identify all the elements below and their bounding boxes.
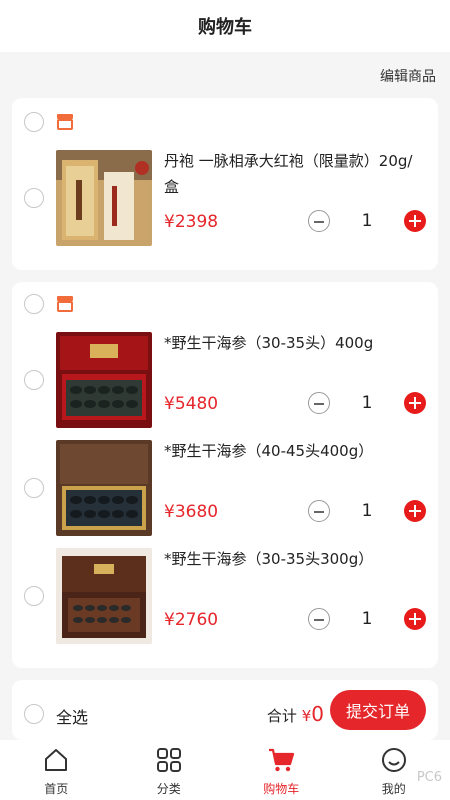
app-header: 购物车 <box>0 0 450 52</box>
submit-order-button[interactable]: 提交订单 <box>330 690 426 730</box>
select-all-radio[interactable] <box>24 704 44 724</box>
store-icon <box>57 296 73 312</box>
quantity-value: 1 <box>361 609 373 629</box>
watermark: PC6 <box>416 770 442 785</box>
increase-quantity-button[interactable] <box>404 392 426 414</box>
quantity-stepper: 1 <box>308 210 426 232</box>
quantity-stepper: 1 <box>308 608 426 630</box>
cart-item: *野生干海参（30-35头）400g ¥5480 1 <box>12 330 438 430</box>
page-title: 购物车 <box>198 17 252 38</box>
checkout-bar: 全选 合计 ¥0 提交订单 <box>12 680 438 740</box>
select-all-label[interactable]: 全选 <box>56 704 88 728</box>
quantity-value: 1 <box>361 393 373 413</box>
category-icon <box>156 748 181 772</box>
total-label: 合计 <box>266 707 297 725</box>
item-select-radio[interactable] <box>24 370 44 390</box>
item-select-radio[interactable] <box>24 478 44 498</box>
product-name[interactable]: *野生干海参（40-45头400g） <box>164 438 414 464</box>
increase-quantity-button[interactable] <box>404 500 426 522</box>
quantity-value: 1 <box>361 501 373 521</box>
product-name[interactable]: *野生干海参（30-35头）400g <box>164 330 414 356</box>
decrease-quantity-button[interactable] <box>308 608 330 630</box>
tab-category[interactable]: 分类 <box>113 740 226 800</box>
cart-item: 丹袍 一脉相承大红袍（限量款）20g/盒 ¥2398 1 <box>12 148 438 248</box>
decrease-quantity-button[interactable] <box>308 210 330 232</box>
product-image[interactable] <box>56 440 152 536</box>
store-select-radio[interactable] <box>24 294 44 314</box>
product-name[interactable]: 丹袍 一脉相承大红袍（限量款）20g/盒 <box>164 148 414 200</box>
edit-items-button[interactable]: 编辑商品 <box>380 66 436 86</box>
quantity-value: 1 <box>361 211 373 231</box>
tab-label: 首页 <box>44 782 69 796</box>
tab-home[interactable]: 首页 <box>0 740 113 800</box>
bottom-tab-bar: 首页 分类 购物车 我的 <box>0 740 450 800</box>
quantity-stepper: 1 <box>308 500 426 522</box>
store-select-radio[interactable] <box>24 112 44 132</box>
home-icon <box>45 749 68 771</box>
increase-quantity-button[interactable] <box>404 210 426 232</box>
product-price: ¥3680 <box>164 502 219 522</box>
quantity-stepper: 1 <box>308 392 426 414</box>
item-select-radio[interactable] <box>24 188 44 208</box>
cart-item: *野生干海参（30-35头300g） ¥2760 1 <box>12 546 438 646</box>
store-card: 丹袍 一脉相承大红袍（限量款）20g/盒 ¥2398 1 <box>12 98 438 270</box>
cart-icon <box>269 748 295 772</box>
product-price: ¥5480 <box>164 394 219 414</box>
product-name[interactable]: *野生干海参（30-35头300g） <box>164 546 414 572</box>
decrease-quantity-button[interactable] <box>308 392 330 414</box>
profile-icon <box>381 748 406 772</box>
total-price: 合计 ¥0 <box>267 702 324 726</box>
product-image[interactable] <box>56 150 152 246</box>
store-card: *野生干海参（30-35头）400g ¥5480 1 *野生干海参（40-45头… <box>12 282 438 668</box>
currency-symbol: ¥ <box>301 707 312 725</box>
total-amount: 0 <box>311 702 324 726</box>
decrease-quantity-button[interactable] <box>308 500 330 522</box>
product-price: ¥2398 <box>164 212 219 232</box>
tab-label: 分类 <box>156 782 181 796</box>
product-price: ¥2760 <box>164 610 219 630</box>
tab-label: 购物车 <box>263 782 300 796</box>
increase-quantity-button[interactable] <box>404 608 426 630</box>
product-image[interactable] <box>56 548 152 644</box>
cart-item: *野生干海参（40-45头400g） ¥3680 1 <box>12 438 438 538</box>
product-image[interactable] <box>56 332 152 428</box>
item-select-radio[interactable] <box>24 586 44 606</box>
tab-cart[interactable]: 购物车 <box>225 740 338 800</box>
store-icon <box>57 114 73 130</box>
tab-label: 我的 <box>381 782 406 796</box>
